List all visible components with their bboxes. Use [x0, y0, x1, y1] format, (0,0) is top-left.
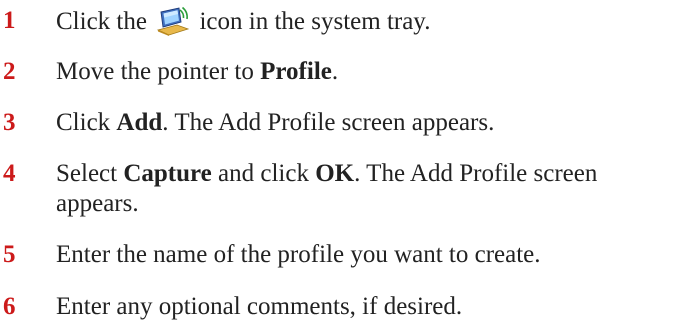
button-term-add: Add	[116, 109, 163, 136]
step-number: 2	[3, 58, 16, 85]
step-number: 1	[3, 7, 16, 34]
step-text: Click Add. The Add Profile screen appear…	[56, 108, 686, 138]
step-number: 6	[3, 293, 16, 320]
wireless-network-monitor-icon	[155, 6, 191, 36]
step-text-before: Click	[56, 109, 117, 136]
option-term-capture: Capture	[123, 160, 212, 187]
menu-term-profile: Profile	[260, 58, 332, 85]
step-text-middle: and click	[211, 160, 316, 187]
step-number: 4	[3, 160, 16, 187]
step-number: 5	[3, 241, 16, 268]
step-text: Select Capture and click OK. The Add Pro…	[56, 159, 686, 219]
step-text-after: .	[331, 58, 339, 85]
step-text: Enter any optional comments, if desired.	[56, 293, 463, 320]
step-text: Click the icon in the system tray.	[56, 6, 686, 37]
button-term-ok: OK	[315, 160, 355, 187]
step-text-before: Select	[56, 160, 124, 187]
step-text-after: icon in the system tray.	[199, 8, 431, 35]
step-text-before: Move the pointer to	[56, 58, 261, 85]
step-number: 3	[3, 109, 16, 136]
step-text: Enter the name of the profile you want t…	[56, 241, 541, 268]
step-text: Move the pointer to Profile.	[56, 57, 686, 87]
step-text-after: . The Add Profile screen appears.	[162, 109, 495, 136]
step-text-before: Click the	[56, 8, 147, 35]
